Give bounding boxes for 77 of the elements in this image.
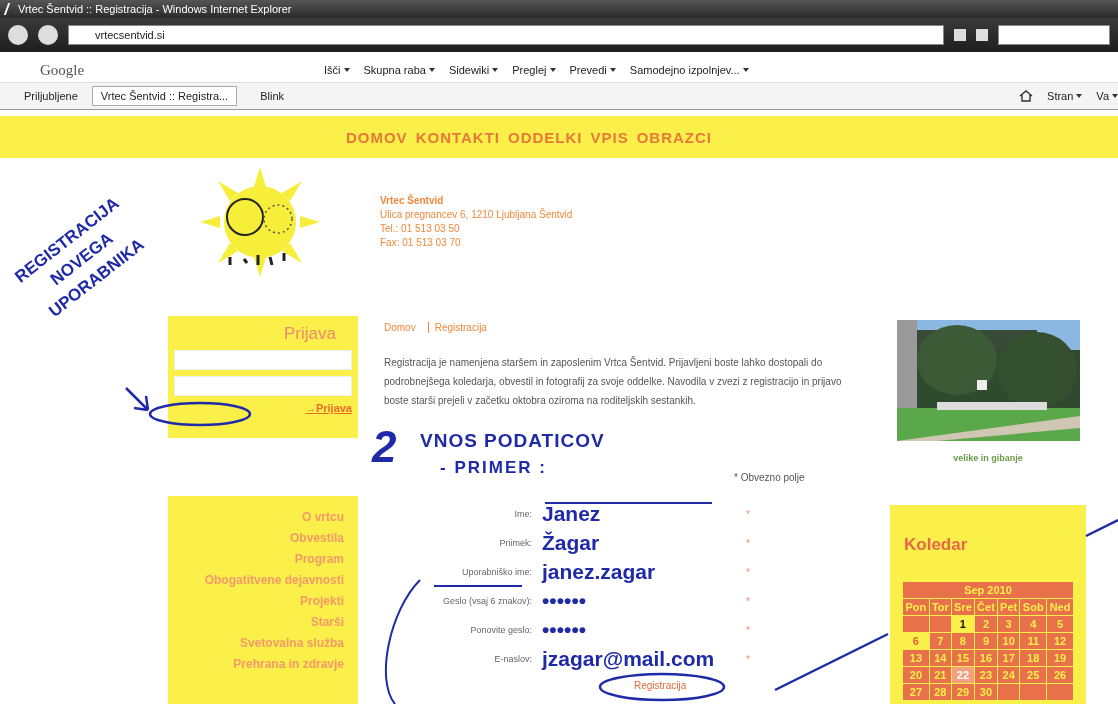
contact-name: Vrtec Šentvid [380, 194, 445, 208]
menu-link[interactable]: Starši [310, 615, 344, 629]
browser-tab[interactable]: Vrtec Šentvid :: Registra... [91, 86, 238, 106]
nav-link[interactable]: DOMOV [345, 128, 408, 146]
caret-icon [549, 68, 556, 72]
favorites-button[interactable]: Priljubljene [24, 90, 78, 102]
handwritten-line [1085, 518, 1118, 538]
forward-button[interactable] [38, 25, 58, 45]
toolbar-button[interactable]: Samodejno izpolnjev... [629, 64, 749, 76]
photo-caption[interactable]: velike in gibanje [890, 453, 1086, 463]
input-field[interactable]: Žagar [542, 530, 736, 556]
toolbar-button[interactable]: Prevedi [569, 64, 616, 76]
caret-icon [609, 68, 616, 72]
caret-icon [742, 68, 749, 72]
required-marker: * [746, 508, 751, 520]
breadcrumb-link[interactable]: Registracija [427, 322, 487, 333]
required-marker: * [746, 566, 751, 578]
field-label: E-naslov: [493, 654, 532, 664]
handwritten-note: - PRIMER : [440, 458, 547, 478]
menu-link[interactable]: Prehrana in zdravje [233, 657, 344, 671]
input-field[interactable] [174, 350, 352, 370]
window-title: Vrtec Šentvid :: Registracija - Windows Internet Explorer [18, 3, 292, 15]
nav-link[interactable]: OBRAZCI [636, 128, 713, 146]
menu-link[interactable]: Obogatitvene dejavnosti [204, 573, 344, 587]
home-icon[interactable] [1019, 90, 1034, 102]
field-label: Ponovite geslo: [469, 625, 532, 635]
handwritten-number: 2 [372, 422, 397, 472]
contact-line: Fax: 01 513 03 70 [380, 236, 462, 250]
calendar-month: Sep 2010 [902, 581, 1074, 599]
address-field[interactable]: vrtecsentvid.si [68, 25, 944, 45]
contact-line: Tel.: 01 513 03 50 [380, 222, 461, 236]
toolbar-button[interactable]: Išči [324, 64, 350, 76]
menu-link[interactable]: Program [294, 552, 344, 566]
input-field[interactable]: •••••• [542, 588, 736, 614]
contact-line: Ulica pregnancev 6, 1210 Ljubljana Šentvid [380, 208, 573, 222]
caret-icon [1112, 94, 1118, 98]
input-field[interactable]: jzagar@mail.com [542, 646, 736, 672]
command-button[interactable]: Va [1096, 90, 1118, 102]
caret-icon [1076, 94, 1083, 98]
command-button[interactable]: Stran [1047, 90, 1083, 102]
calendar-title: Koledar [904, 535, 969, 555]
caret-icon [428, 68, 435, 72]
input-field[interactable]: janez.zagar [542, 559, 736, 585]
back-button[interactable] [8, 25, 28, 45]
google-logo: Google [40, 61, 86, 79]
required-marker: * [746, 653, 751, 665]
toolbar-button[interactable]: Preglej [512, 64, 556, 76]
input-field[interactable]: •••••• [542, 617, 736, 643]
nav-link[interactable]: KONTAKTI [415, 128, 500, 146]
toolbar-button[interactable]: Skupna raba [363, 64, 435, 76]
menu-link[interactable]: O vrtcu [302, 510, 344, 524]
required-marker: * [746, 595, 751, 607]
search-field[interactable] [998, 25, 1110, 45]
breadcrumb-link[interactable]: Domov [384, 322, 416, 333]
nav-link[interactable]: ODDELKI [508, 128, 583, 146]
menu-link[interactable]: Projekti [300, 594, 344, 608]
caret-icon [492, 68, 499, 72]
field-label: Ime: [513, 509, 532, 519]
menu-link[interactable]: Obvestila [289, 531, 344, 545]
browser-tab[interactable]: Blink [251, 86, 294, 106]
field-label: Geslo (vsaj 6 znakov): [441, 596, 532, 606]
caret-icon [343, 68, 350, 72]
login-link[interactable]: →Prijava [174, 402, 352, 414]
required-note: * Obvezno polje [734, 472, 806, 483]
input-field[interactable] [174, 376, 352, 396]
intro-text: Registracija je namenjena staršem in zaposlenim Vrtca Šentvid. Prijavljeni boste lahko dostopali do podrobnejšega koledarja, obvestil in fotografij za svoje oddelke. Navodila v zvezi z registracijo in prijavo boste starši prejeli v začetku oktobra oziroma na roditeljskih sestankih. [384, 355, 843, 408]
required-marker: * [746, 624, 751, 636]
login-title: Prijava [283, 324, 337, 344]
menu-link[interactable]: Svetovalna služba [239, 636, 344, 650]
handwritten-arrow [124, 386, 150, 412]
required-marker: * [746, 537, 751, 549]
input-field[interactable]: Janez [542, 501, 736, 527]
field-label: Priimek: [498, 538, 532, 548]
nav-link[interactable]: VPIS [590, 128, 629, 146]
field-label: Uporabniško ime: [460, 567, 532, 577]
handwritten-note: VNOS PODATICOV [420, 430, 605, 452]
toolbar-button[interactable]: Sidewiki [448, 64, 499, 76]
